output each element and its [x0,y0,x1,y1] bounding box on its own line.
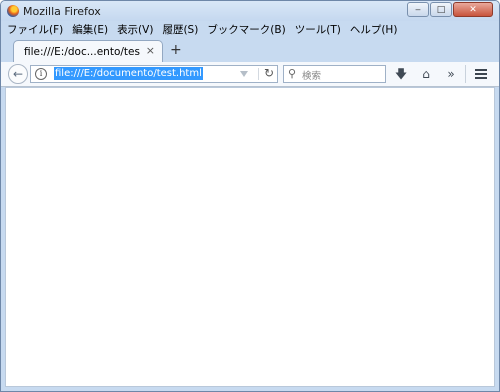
search-icon: ⚲ [288,67,297,80]
menu-tools[interactable]: ツール(T) [295,22,341,37]
close-button[interactable]: ✕ [453,2,493,17]
tab-label: file:///E:/doc...ento/test.html [24,45,140,58]
url-dropdown-icon[interactable] [240,71,248,77]
menu-edit[interactable]: 編集(E) [72,22,108,37]
menu-history[interactable]: 履歴(S) [162,22,198,37]
tab-strip: file:///E:/doc...ento/test.html × + [1,38,499,62]
url-text[interactable]: file:///E:/documento/test.html [54,67,203,80]
reload-icon[interactable]: ↻ [264,66,274,80]
window-title: Mozilla Firefox [23,5,101,18]
menu-icon[interactable] [475,69,487,79]
download-icon[interactable]: 🡇 [392,65,410,83]
menu-view[interactable]: 表示(V) [117,22,153,37]
url-divider [258,68,259,80]
tab-close-icon[interactable]: × [146,44,155,57]
search-placeholder: 検索 [302,71,322,82]
maximize-button[interactable]: □ [430,2,452,17]
window-controls: ‒ □ ✕ [406,2,493,17]
firefox-icon [7,5,19,17]
toolbar-divider [465,65,466,83]
new-tab-button[interactable]: + [170,42,182,58]
minimize-button[interactable]: ‒ [407,2,429,17]
overflow-icon[interactable]: » [442,65,460,83]
page-content [5,87,495,387]
url-bar[interactable]: i file:///E:/documento/test.html ↻ [30,65,278,83]
menu-file[interactable]: ファイル(F) [7,22,63,37]
tab-active[interactable]: file:///E:/doc...ento/test.html × [13,40,163,62]
menu-help[interactable]: ヘルプ(H) [350,22,398,37]
title-bar: Mozilla Firefox ‒ □ ✕ [1,1,499,21]
back-button[interactable]: ← [8,64,28,84]
menu-bookmarks[interactable]: ブックマーク(B) [207,22,285,37]
navigation-toolbar: ← i file:///E:/documento/test.html ↻ ⚲ 検… [1,62,499,87]
menu-bar: ファイル(F) 編集(E) 表示(V) 履歴(S) ブックマーク(B) ツール(… [1,21,499,38]
info-icon[interactable]: i [35,68,47,80]
search-bar[interactable]: ⚲ 検索 [283,65,386,83]
browser-window: Mozilla Firefox ‒ □ ✕ ファイル(F) 編集(E) 表示(V… [0,0,500,392]
home-icon[interactable]: ⌂ [417,65,435,83]
